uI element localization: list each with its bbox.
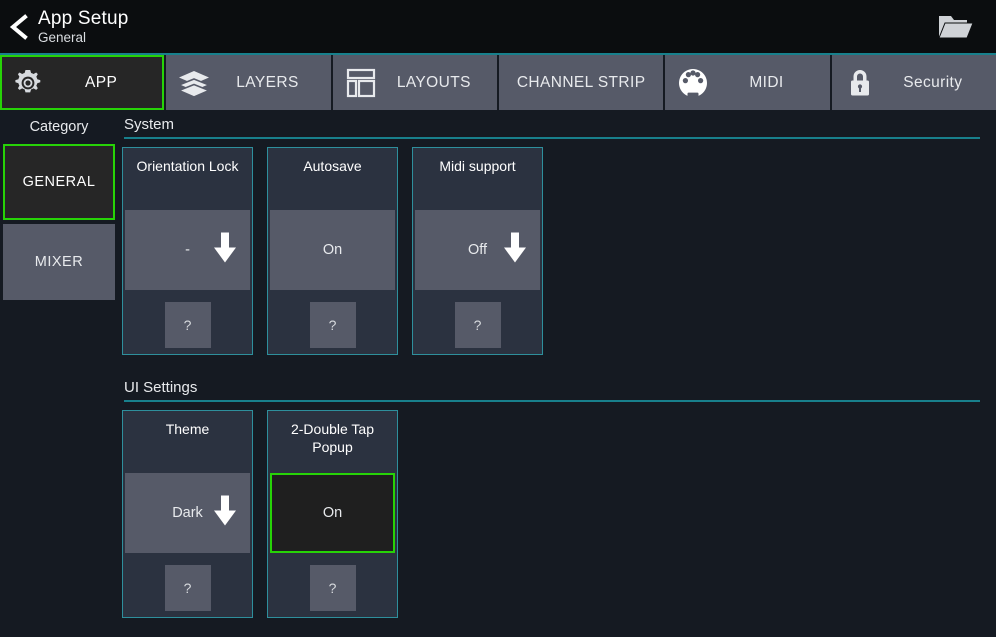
tab-layouts[interactable]: LAYOUTS [332, 55, 497, 110]
page-title: App Setup [38, 8, 129, 30]
card-value-control[interactable]: Off [415, 210, 540, 290]
card-value-control[interactable]: On [270, 210, 395, 290]
category-sidebar: Category GENERAL MIXER [0, 110, 118, 637]
tab-label: Security [903, 73, 963, 91]
card-value-text: Dark [172, 505, 203, 521]
app-setup-screen: App Setup General APP LAYERS LAYOUTS CHA… [0, 0, 996, 637]
tab-label: CHANNEL STRIP [516, 73, 646, 91]
body-area: Category GENERAL MIXER System Orientatio… [0, 110, 996, 637]
chevron-down-icon [212, 494, 238, 533]
setting-card-midi-support: Midi support Off ? [412, 147, 543, 355]
back-chevron-icon [9, 14, 28, 40]
layout-grid-icon [335, 67, 387, 99]
setting-card-orientation-lock: Orientation Lock - ? [122, 147, 253, 355]
card-title: 2-Double Tap Popup [290, 421, 375, 455]
gear-icon [2, 68, 54, 98]
chevron-down-icon [502, 231, 528, 270]
midi-din-icon [667, 67, 719, 99]
tab-app[interactable]: APP [0, 55, 165, 110]
help-label: ? [183, 317, 192, 333]
tab-channel-strip[interactable]: CHANNEL STRIP [498, 55, 664, 110]
card-value-text: On [322, 242, 343, 258]
header-bar: App Setup General [0, 0, 996, 54]
open-folder-button[interactable] [936, 11, 976, 43]
card-value-text: On [322, 505, 343, 521]
card-value-text: - [185, 242, 190, 258]
sidebar-item-general[interactable]: GENERAL [3, 144, 115, 220]
settings-content: System Orientation Lock - ? Autosave On … [118, 110, 996, 637]
card-title: Autosave [303, 158, 362, 174]
section-cards: Theme Dark ? 2-Double Tap Popup On ? [118, 402, 996, 618]
help-button[interactable]: ? [164, 565, 211, 611]
card-value-control[interactable]: - [125, 210, 250, 290]
sidebar-item-label: GENERAL [22, 174, 96, 190]
card-value-control[interactable]: Dark [125, 473, 250, 553]
setting-card-double-tap-popup: 2-Double Tap Popup On ? [267, 410, 398, 618]
sidebar-item-mixer[interactable]: MIXER [3, 224, 115, 300]
sidebar-item-label: MIXER [34, 254, 84, 270]
tab-label: LAYOUTS [396, 73, 471, 91]
help-label: ? [183, 580, 192, 596]
setting-card-theme: Theme Dark ? [122, 410, 253, 618]
padlock-icon [834, 67, 886, 99]
header-title-block: App Setup General [38, 9, 129, 45]
card-value-control[interactable]: On [270, 473, 395, 553]
card-value-text: Off [467, 242, 488, 258]
card-title: Orientation Lock [136, 158, 239, 174]
chevron-down-icon [212, 231, 238, 270]
help-button[interactable]: ? [309, 565, 356, 611]
tab-label: MIDI [749, 73, 784, 91]
card-title: Midi support [439, 158, 516, 174]
folder-icon [938, 16, 974, 39]
sidebar-heading: Category [29, 119, 89, 135]
tab-label: APP [85, 73, 118, 91]
help-label: ? [473, 317, 482, 333]
help-button[interactable]: ? [309, 302, 356, 348]
section-title: UI Settings [124, 379, 198, 396]
tab-label: LAYERS [236, 73, 299, 91]
section-cards: Orientation Lock - ? Autosave On ? Midi … [118, 139, 996, 355]
section-system: System Orientation Lock - ? Autosave On … [118, 110, 996, 355]
tab-security[interactable]: Security [831, 55, 996, 110]
section-ui-settings: UI Settings Theme Dark ? 2-Double Tap Po… [118, 373, 996, 618]
help-button[interactable]: ? [454, 302, 501, 348]
setting-card-autosave: Autosave On ? [267, 147, 398, 355]
layers-icon [168, 69, 220, 97]
section-title: System [124, 116, 175, 133]
card-title: Theme [165, 421, 210, 437]
help-label: ? [328, 317, 337, 333]
help-button[interactable]: ? [164, 302, 211, 348]
page-subtitle: General [38, 30, 87, 46]
back-button[interactable] [0, 0, 38, 54]
help-label: ? [328, 580, 337, 596]
main-tabbar: APP LAYERS LAYOUTS CHANNEL STRIP MIDI Se… [0, 55, 996, 110]
tab-midi[interactable]: MIDI [665, 55, 830, 110]
tab-layers[interactable]: LAYERS [166, 55, 331, 110]
